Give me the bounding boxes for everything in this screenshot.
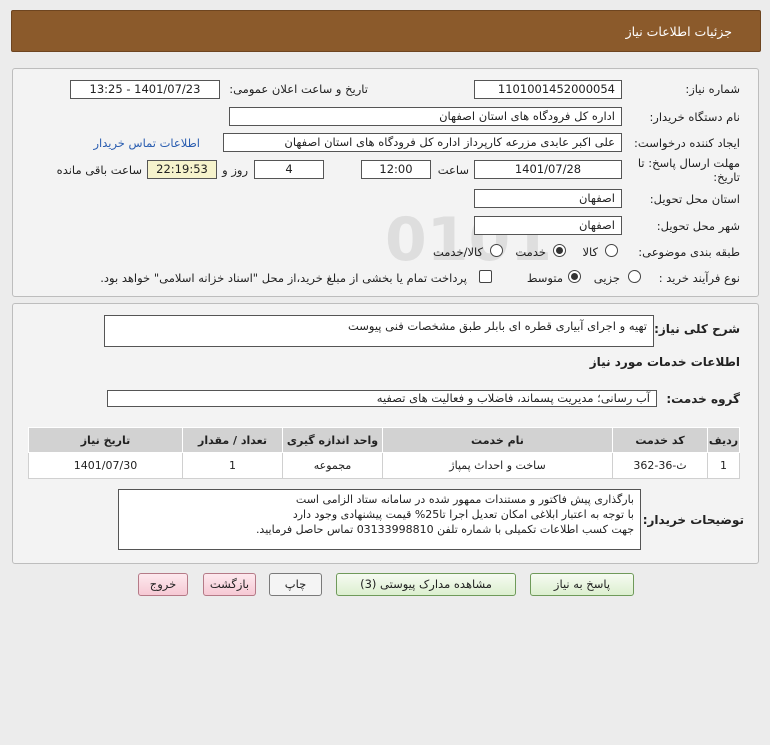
- city-label: شهر محل تحویل:: [656, 219, 740, 233]
- cell-service-code: ث-36-362: [612, 452, 708, 479]
- category-option-service: خدمت: [515, 245, 546, 259]
- cell-service-name: ساخت و احداث پمپاژ: [382, 452, 613, 479]
- process-radio-medium[interactable]: [568, 270, 581, 283]
- print-button[interactable]: چاپ: [269, 573, 322, 596]
- process-radio-minor[interactable]: [628, 270, 641, 283]
- treasury-payment-checkbox[interactable]: [479, 270, 492, 283]
- summary-label: شرح کلی نیاز:: [654, 322, 740, 336]
- deadline-time-field: 12:00: [361, 160, 431, 179]
- creator-field: علی اکبر عابدی مزرعه کارپرداز اداره کل ف…: [223, 133, 622, 152]
- creator-label: ایجاد کننده درخواست:: [634, 136, 740, 150]
- summary-field: تهیه و اجرای آبیاری قطره ای بابلر طبق مش…: [104, 315, 654, 347]
- buyer-contact-link[interactable]: اطلاعات تماس خریدار: [93, 136, 200, 150]
- page-header: جزئیات اطلاعات نیاز: [11, 10, 761, 52]
- services-section-title: اطلاعات خدمات مورد نیاز: [589, 355, 740, 369]
- reply-button[interactable]: پاسخ به نیاز: [530, 573, 634, 596]
- category-radio-goods[interactable]: [605, 244, 618, 257]
- table-row: 1 ث-36-362 ساخت و احداث پمپاژ مجموعه 1 1…: [28, 452, 740, 479]
- need-number-label: شماره نیاز:: [685, 82, 740, 96]
- buyer-note-line: جهت کسب اطلاعات تکمیلی با شماره تلفن 031…: [255, 523, 634, 536]
- cell-unit: مجموعه: [282, 452, 383, 479]
- announce-field: 1401/07/23 - 13:25: [70, 80, 220, 99]
- deadline-time-label: ساعت: [437, 163, 469, 177]
- days-label: روز و: [222, 163, 248, 177]
- remaining-label: ساعت باقی مانده: [56, 163, 142, 177]
- category-option-goods-service: کالا/خدمت: [432, 245, 483, 259]
- treasury-payment-note: پرداخت تمام یا بخشی از مبلغ خرید،از محل …: [100, 271, 467, 285]
- services-table: ردیف کد خدمت نام خدمت واحد اندازه گیری ت…: [28, 427, 740, 479]
- process-option-minor: جزیی: [593, 271, 620, 285]
- province-field: اصفهان: [474, 189, 622, 208]
- back-button[interactable]: بازگشت: [203, 573, 256, 596]
- category-radio-goods-service[interactable]: [490, 244, 503, 257]
- service-group-label: گروه خدمت:: [666, 392, 740, 406]
- city-field: اصفهان: [474, 216, 622, 235]
- province-label: استان محل تحویل:: [649, 192, 740, 206]
- cell-row-number: 1: [707, 452, 740, 479]
- category-option-goods: کالا: [582, 245, 598, 259]
- buyer-notes-box: بارگذاری پیش فاکتور و مستندات ممهور شده …: [118, 489, 641, 550]
- table-header-row: ردیف کد خدمت نام خدمت واحد اندازه گیری ت…: [28, 427, 740, 453]
- exit-button[interactable]: خروج: [138, 573, 188, 596]
- deadline-date-field: 1401/07/28: [474, 160, 622, 179]
- process-option-medium: متوسط: [526, 271, 563, 285]
- cell-need-date: 1401/07/30: [28, 452, 183, 479]
- col-service-name: نام خدمت: [382, 427, 613, 453]
- page-title: جزئیات اطلاعات نیاز: [625, 24, 732, 39]
- view-attachments-button[interactable]: مشاهده مدارک پیوستی (3): [336, 573, 516, 596]
- service-group-field: آب رسانی؛ مدیریت پسماند، فاضلاب و فعالیت…: [107, 390, 657, 407]
- days-field: 4: [254, 160, 324, 179]
- buyer-org-label: نام دستگاه خریدار:: [649, 110, 740, 124]
- buyer-notes-label: توضیحات خریدار:: [642, 513, 744, 527]
- need-number-field: 1101001452000054: [474, 80, 622, 99]
- buyer-org-field: اداره کل فرودگاه های استان اصفهان: [229, 107, 622, 126]
- remaining-time-field: 22:19:53: [147, 160, 217, 179]
- category-radio-service[interactable]: [553, 244, 566, 257]
- col-service-code: کد خدمت: [612, 427, 708, 453]
- announce-label: تاریخ و ساعت اعلان عمومی:: [229, 82, 368, 96]
- cell-quantity: 1: [182, 452, 283, 479]
- buyer-note-line: بارگذاری پیش فاکتور و مستندات ممهور شده …: [295, 493, 634, 506]
- col-row-number: ردیف: [707, 427, 740, 453]
- col-unit: واحد اندازه گیری: [282, 427, 383, 453]
- col-need-date: تاریخ نیاز: [28, 427, 183, 453]
- category-label: طبقه بندی موضوعی:: [638, 245, 740, 259]
- deadline-label: مهلت ارسال پاسخ: تا تاریخ:: [637, 156, 740, 184]
- buyer-note-line: با توجه به اعتبار ابلاغی امکان تعدیل اجر…: [292, 508, 634, 521]
- process-label: نوع فرآیند خرید :: [658, 271, 740, 285]
- col-quantity: تعداد / مقدار: [182, 427, 283, 453]
